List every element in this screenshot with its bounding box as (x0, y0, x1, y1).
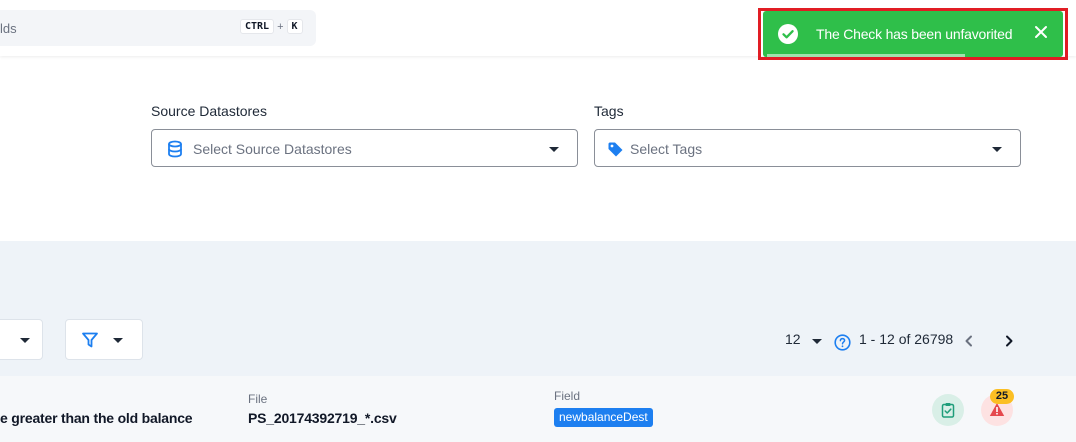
anomaly-count-badge: 25 (990, 389, 1014, 404)
search-placeholder: lds (0, 21, 17, 36)
chevron-down-icon (20, 338, 30, 343)
source-datastores-select[interactable]: Select Source Datastores (151, 129, 578, 167)
file-label: File (248, 392, 268, 406)
check-circle-icon (778, 24, 798, 44)
chevron-down-icon (549, 147, 559, 152)
tags-placeholder: Select Tags (630, 141, 703, 157)
clipboard-check-icon (941, 403, 955, 418)
source-datastores-label: Source Datastores (151, 103, 267, 119)
shortcut-key-k: K (286, 19, 303, 34)
chevron-down-icon (992, 147, 1002, 152)
tag-icon (608, 142, 623, 157)
toast-message: The Check has been unfavorited (816, 26, 1013, 42)
toast-notification: The Check has been unfavorited (763, 11, 1063, 57)
page-size-select[interactable]: 12 (785, 331, 801, 347)
close-icon[interactable] (1033, 24, 1049, 40)
chevron-right-icon[interactable] (1002, 334, 1016, 348)
field-label: Field (554, 389, 581, 403)
check-description: e greater than the old balance (0, 410, 193, 426)
shortcut-key-ctrl: CTRL (240, 19, 275, 34)
validity-status[interactable] (932, 394, 964, 426)
source-datastores-placeholder: Select Source Datastores (193, 141, 352, 157)
keyboard-shortcut: CTRL + K (240, 19, 303, 34)
warning-icon (989, 403, 1005, 416)
chevron-down-icon[interactable] (812, 339, 822, 344)
filter-button[interactable] (65, 319, 143, 360)
help-circle-icon[interactable] (834, 334, 851, 351)
shortcut-plus: + (277, 20, 284, 33)
tags-label: Tags (594, 103, 624, 119)
chevron-left-icon[interactable] (962, 334, 976, 348)
sort-select[interactable] (0, 319, 43, 360)
tags-select[interactable]: Select Tags (594, 129, 1021, 167)
file-value: PS_20174392719_*.csv (248, 410, 397, 426)
toast-progress-bar (767, 54, 965, 57)
filter-icon (82, 332, 98, 348)
check-row[interactable] (0, 376, 1076, 442)
pagination-range: 1 - 12 of 26798 (859, 331, 954, 347)
chevron-down-icon (113, 338, 123, 343)
database-icon (168, 140, 182, 158)
field-chip: newbalanceDest (554, 408, 653, 427)
search-input[interactable]: lds CTRL + K (0, 10, 316, 46)
